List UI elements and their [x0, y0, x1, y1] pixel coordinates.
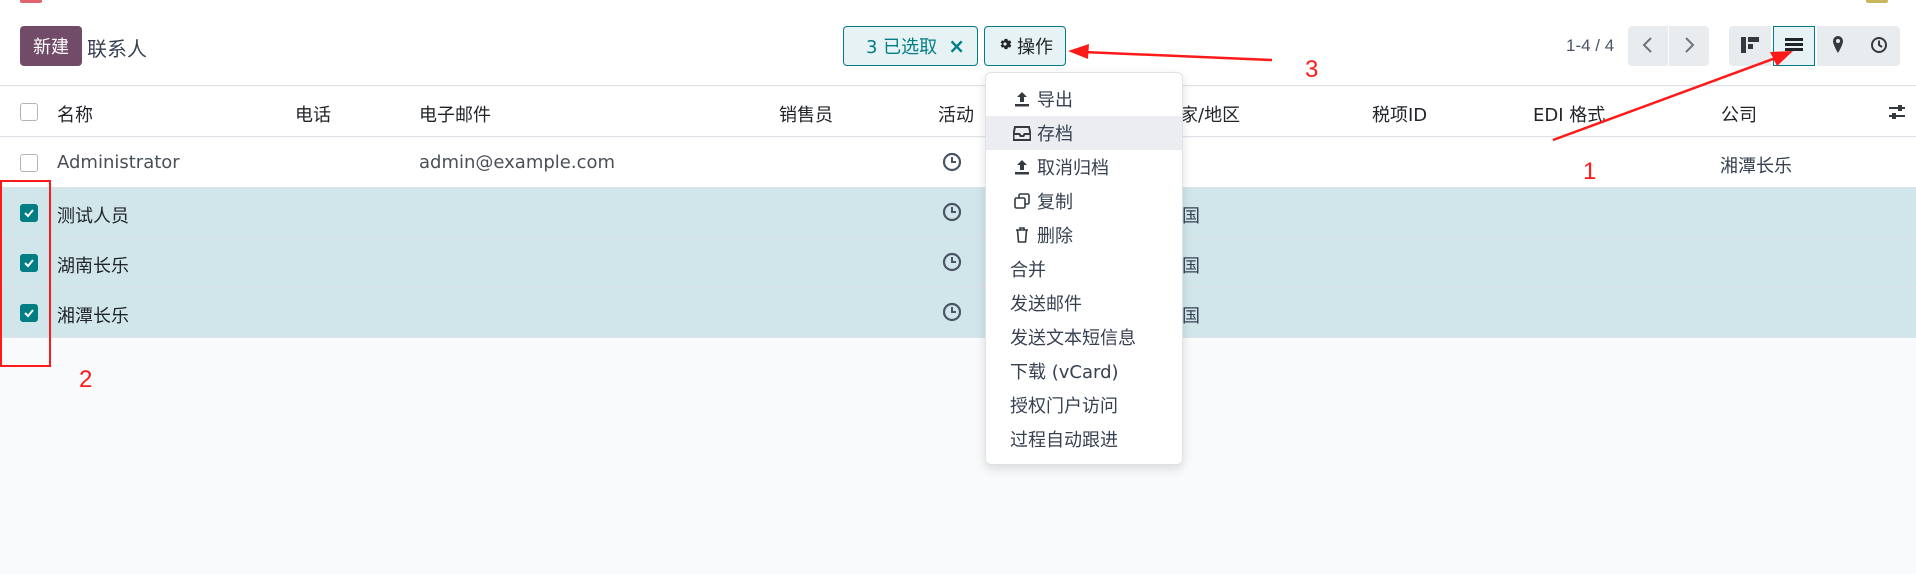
map-view-button[interactable]: [1817, 26, 1859, 66]
column-header-salesperson[interactable]: 销售员: [779, 101, 833, 127]
column-header-phone[interactable]: 电话: [295, 101, 331, 127]
menu-item-merge[interactable]: 合并: [986, 252, 1182, 286]
menu-item-label: 过程自动跟进: [1010, 430, 1118, 451]
menu-item-label: 发送文本短信息: [1010, 328, 1136, 349]
row-country: 国: [1182, 206, 1200, 227]
menu-item-automated-followup[interactable]: 过程自动跟进: [986, 422, 1182, 456]
menu-item-archive[interactable]: 存档: [986, 116, 1182, 150]
menu-item-unarchive[interactable]: 取消归档: [986, 150, 1182, 184]
pager-value[interactable]: 1-4 / 4: [1566, 36, 1614, 56]
table-row[interactable]: 测试人员 国: [0, 188, 1916, 238]
column-header-edi-format[interactable]: EDI 格式: [1533, 101, 1605, 127]
column-header-activity[interactable]: 活动: [938, 101, 974, 127]
menu-item-label: 存档: [1037, 124, 1073, 145]
row-country: 国: [1182, 256, 1200, 277]
table-row[interactable]: Administrator admin@example.com 湘潭长乐: [0, 138, 1916, 188]
row-name: 湖南长乐: [57, 256, 129, 277]
actions-dropdown-menu: 导出 存档 取消归档 复制 删除 合并 发送邮件 发送文本短信息 下载 (vCa…: [985, 72, 1183, 465]
app-indicator: [20, 0, 42, 3]
menu-item-label: 合并: [1010, 260, 1046, 281]
row-email: admin@example.com: [419, 152, 616, 173]
map-pin-icon: [1832, 35, 1844, 57]
inbox-icon: [1013, 125, 1031, 141]
column-header-name[interactable]: 名称: [57, 101, 93, 127]
activity-clock-icon[interactable]: [942, 152, 962, 177]
selected-count-label: 3 已选取: [866, 37, 938, 58]
menu-item-send-email[interactable]: 发送邮件: [986, 286, 1182, 320]
menu-item-download-vcard[interactable]: 下载 (vCard): [986, 354, 1182, 388]
menu-item-label: 下载 (vCard): [1010, 362, 1119, 383]
column-header-email[interactable]: 电子邮件: [419, 101, 491, 127]
table-row[interactable]: 湖南长乐 国: [0, 238, 1916, 288]
gear-icon: [997, 36, 1013, 57]
list-view-button[interactable]: [1773, 26, 1815, 66]
row-name: 测试人员: [57, 206, 129, 227]
kanban-view-icon: [1741, 36, 1759, 56]
annotation-label-3: 3: [1305, 56, 1319, 83]
annotation-label-2: 2: [79, 366, 93, 393]
row-country: 国: [1182, 306, 1200, 327]
clock-icon: [1870, 36, 1888, 57]
pager-previous-button[interactable]: [1628, 26, 1668, 66]
table-row[interactable]: 湘潭长乐 国: [0, 288, 1916, 338]
annotation-box-checkboxes: [0, 180, 51, 367]
selected-count-button[interactable]: 3 已选取 ×: [843, 26, 978, 66]
menu-item-label: 发送邮件: [1010, 294, 1082, 315]
copy-icon: [1013, 193, 1031, 209]
menu-item-grant-portal-access[interactable]: 授权门户访问: [986, 388, 1182, 422]
pager-next-button[interactable]: [1669, 26, 1709, 66]
column-header-tax-id[interactable]: 税项ID: [1372, 101, 1427, 127]
menu-item-label: 取消归档: [1037, 158, 1109, 179]
activity-clock-icon[interactable]: [942, 252, 962, 277]
menu-item-duplicate[interactable]: 复制: [986, 184, 1182, 218]
actions-button[interactable]: 操作: [984, 26, 1066, 66]
page-title: 联系人: [87, 37, 147, 61]
annotation-label-1: 1: [1583, 158, 1597, 185]
menu-item-send-sms[interactable]: 发送文本短信息: [986, 320, 1182, 354]
close-icon[interactable]: ×: [948, 34, 965, 58]
column-header-country[interactable]: 家/地区: [1180, 101, 1240, 127]
column-header-company[interactable]: 公司: [1721, 101, 1757, 127]
chevron-left-icon: [1642, 36, 1654, 57]
new-button[interactable]: 新建: [20, 26, 82, 66]
chevron-right-icon: [1683, 36, 1695, 57]
activity-clock-icon[interactable]: [942, 302, 962, 327]
menu-item-label: 删除: [1037, 226, 1073, 247]
app-indicator-right: [1866, 0, 1888, 3]
row-name: 湘潭长乐: [57, 306, 129, 327]
activity-clock-icon[interactable]: [942, 202, 962, 227]
menu-item-label: 复制: [1037, 192, 1073, 213]
row-name: Administrator: [57, 152, 180, 173]
upload-icon: [1013, 91, 1031, 107]
activity-view-button[interactable]: [1858, 26, 1900, 66]
menu-item-export[interactable]: 导出: [986, 82, 1182, 116]
select-all-checkbox[interactable]: [20, 103, 38, 121]
menu-item-label: 授权门户访问: [1010, 396, 1118, 417]
list-view-icon: [1785, 37, 1803, 55]
kanban-view-button[interactable]: [1729, 26, 1771, 66]
upload-icon: [1013, 159, 1031, 175]
sliders-icon[interactable]: [1888, 103, 1906, 126]
row-company: 湘潭长乐: [1720, 156, 1792, 177]
actions-label: 操作: [1017, 37, 1053, 58]
menu-item-label: 导出: [1037, 90, 1073, 111]
list-header: 名称 电话 电子邮件 销售员 活动 家/地区 税项ID EDI 格式 公司: [0, 87, 1916, 137]
row-checkbox[interactable]: [20, 154, 38, 172]
menu-item-delete[interactable]: 删除: [986, 218, 1182, 252]
trash-icon: [1013, 227, 1031, 243]
